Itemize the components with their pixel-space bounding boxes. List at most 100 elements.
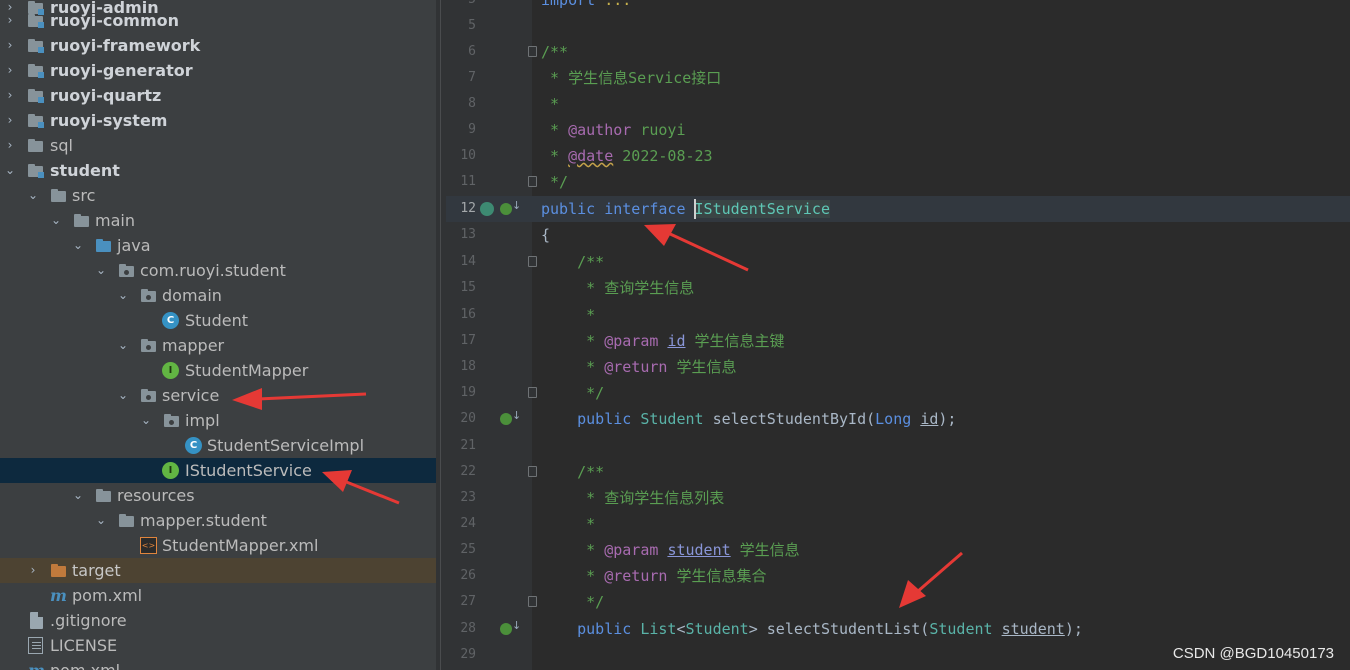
code-text: * 学生信息Service接口 (541, 69, 722, 87)
implemented-icon[interactable] (500, 199, 521, 215)
code-line[interactable] (532, 433, 1350, 459)
code-line[interactable]: { (532, 222, 1350, 248)
chevron-right-icon[interactable]: › (2, 33, 18, 58)
tree-item-pom-xml[interactable]: m pom.xml (0, 583, 436, 608)
line-number: 5 (452, 0, 476, 13)
chevron-right-icon[interactable]: › (2, 83, 18, 108)
chevron-down-icon[interactable]: ⌄ (115, 283, 131, 308)
spring-bean-icon[interactable] (480, 202, 494, 216)
code-line[interactable]: * @author ruoyi (532, 117, 1350, 143)
tree-item-label: service (162, 386, 220, 405)
code-line[interactable]: * @return 学生信息 (532, 354, 1350, 380)
code-line[interactable]: /** (532, 39, 1350, 65)
tree-item-label: Student (185, 311, 248, 330)
tree-item-src[interactable]: ⌄ src (0, 183, 436, 208)
chevron-down-icon[interactable]: ⌄ (2, 158, 18, 183)
chevron-down-icon[interactable]: ⌄ (93, 258, 109, 283)
code-line-current[interactable]: public interface IStudentService (532, 196, 1350, 222)
chevron-right-icon[interactable]: › (25, 558, 41, 583)
fold-marker-icon[interactable] (528, 46, 537, 57)
project-tree-panel[interactable]: › ruoyi-admin › ruoyi-common › ruoyi-fra… (0, 0, 436, 670)
gutter-line: 11 (446, 169, 537, 195)
tree-item-ruoyi-framework[interactable]: › ruoyi-framework (0, 33, 436, 58)
tree-item-gitignore[interactable]: .gitignore (0, 608, 436, 633)
tree-item-studentmapper[interactable]: I StudentMapper (0, 358, 436, 383)
code-line[interactable]: * @return 学生信息集合 (532, 563, 1350, 589)
fold-marker-icon[interactable] (528, 466, 537, 477)
implemented-icon[interactable] (500, 409, 521, 425)
tree-item-root-pom-xml[interactable]: m pom.xml (0, 658, 436, 670)
code-line[interactable]: * @param id 学生信息主键 (532, 328, 1350, 354)
code-line[interactable]: /** (532, 249, 1350, 275)
tree-item-license[interactable]: LICENSE (0, 633, 436, 658)
code-line[interactable]: import ... (532, 0, 1350, 13)
tree-item-ruoyi-common[interactable]: › ruoyi-common (0, 8, 436, 33)
code-line[interactable]: * @date 2022-08-23 (532, 143, 1350, 169)
code-line[interactable]: * (532, 511, 1350, 537)
code-text: * @return 学生信息 (541, 358, 737, 376)
line-number: 27 (460, 594, 476, 609)
panel-splitter[interactable] (436, 0, 446, 670)
line-number: 24 (460, 516, 476, 531)
tree-item-ruoyi-quartz[interactable]: › ruoyi-quartz (0, 83, 436, 108)
tree-item-ruoyi-system[interactable]: › ruoyi-system (0, 108, 436, 133)
chevron-down-icon[interactable]: ⌄ (115, 333, 131, 358)
tree-item-impl[interactable]: ⌄ impl (0, 408, 436, 433)
chevron-down-icon[interactable]: ⌄ (70, 233, 86, 258)
code-line[interactable]: * 查询学生信息 (532, 275, 1350, 301)
tree-item-ruoyi-generator[interactable]: › ruoyi-generator (0, 58, 436, 83)
chevron-down-icon[interactable]: ⌄ (138, 408, 154, 433)
code-line[interactable]: public List<Student> selectStudentList(S… (532, 616, 1350, 642)
gutter-line: 29 (446, 642, 532, 668)
tree-item-label: StudentServiceImpl (207, 436, 365, 455)
fold-marker-icon[interactable] (528, 596, 537, 607)
tree-item-label: ruoyi-framework (50, 36, 201, 55)
line-number: 28 (460, 621, 476, 636)
chevron-down-icon[interactable]: ⌄ (48, 208, 64, 233)
code-line[interactable]: * @param student 学生信息 (532, 537, 1350, 563)
tree-item-student[interactable]: ⌄ student (0, 158, 436, 183)
code-line[interactable]: /** (532, 459, 1350, 485)
code-line[interactable]: * 查询学生信息列表 (532, 485, 1350, 511)
chevron-down-icon[interactable]: ⌄ (25, 183, 41, 208)
gutter-line: 9 (446, 117, 532, 143)
code-line[interactable]: * (532, 91, 1350, 117)
tree-item-resources[interactable]: ⌄ resources (0, 483, 436, 508)
chevron-down-icon[interactable]: ⌄ (115, 383, 131, 408)
tree-item-sql[interactable]: › sql (0, 133, 436, 158)
tree-item-com-ruoyi-student[interactable]: ⌄ com.ruoyi.student (0, 258, 436, 283)
tree-item-mapper-student[interactable]: ⌄ mapper.student (0, 508, 436, 533)
code-line[interactable]: */ (532, 589, 1350, 615)
fold-marker-icon[interactable] (528, 176, 537, 187)
code-line[interactable]: */ (532, 380, 1350, 406)
code-line[interactable]: */ (532, 169, 1350, 195)
tree-item-mapper[interactable]: ⌄ mapper (0, 333, 436, 358)
fold-marker-icon[interactable] (528, 387, 537, 398)
line-number: 13 (460, 227, 476, 242)
chevron-right-icon[interactable]: › (2, 108, 18, 133)
fold-marker-icon[interactable] (528, 256, 537, 267)
code-text: * (541, 95, 560, 113)
implemented-icon[interactable] (500, 619, 521, 635)
line-number: 15 (460, 280, 476, 295)
tree-item-java[interactable]: ⌄ java (0, 233, 436, 258)
gutter-line: 20 (446, 406, 532, 432)
chevron-down-icon[interactable]: ⌄ (70, 483, 86, 508)
tree-item-studentserviceimpl[interactable]: C StudentServiceImpl (0, 433, 436, 458)
tree-item-service[interactable]: ⌄ service (0, 383, 436, 408)
tree-item-student-class[interactable]: C Student (0, 308, 436, 333)
tree-item-istudentservice[interactable]: I IStudentService (0, 458, 436, 483)
tree-item-studentmapper-xml[interactable]: <> StudentMapper.xml (0, 533, 436, 558)
code-line[interactable]: public Student selectStudentById(Long id… (532, 406, 1350, 432)
code-line[interactable]: * (532, 302, 1350, 328)
chevron-right-icon[interactable]: › (2, 133, 18, 158)
tree-item-main[interactable]: ⌄ main (0, 208, 436, 233)
chevron-down-icon[interactable]: ⌄ (93, 508, 109, 533)
interface-icon: I (162, 362, 179, 379)
gutter-line: 10 (446, 143, 532, 169)
chevron-right-icon[interactable]: › (2, 58, 18, 83)
tree-item-target[interactable]: › target (0, 558, 436, 583)
code-line[interactable]: * 学生信息Service接口 (532, 65, 1350, 91)
tree-item-domain[interactable]: ⌄ domain (0, 283, 436, 308)
chevron-right-icon[interactable]: › (2, 8, 18, 33)
